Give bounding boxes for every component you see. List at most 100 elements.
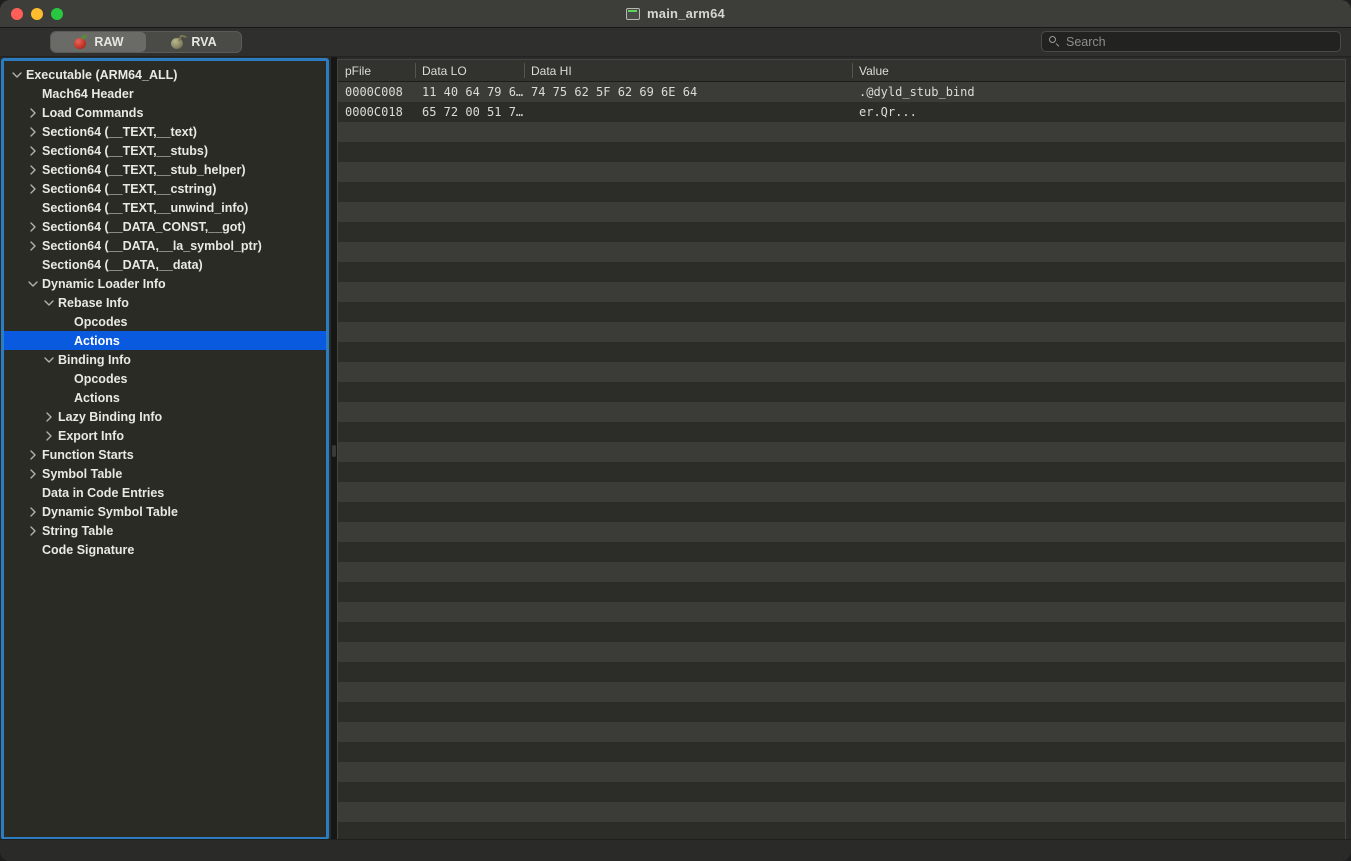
structure-tree[interactable]: Executable (ARM64_ALL) Mach64 Header Load … (4, 61, 326, 559)
sidebar-item-section64-text-stub-helper[interactable]: Section64 (__TEXT,__stub_helper) (4, 160, 326, 179)
table-row[interactable] (338, 762, 1345, 782)
sidebar-item-dynamic-loader-info[interactable]: Dynamic Loader Info (4, 274, 326, 293)
close-button[interactable] (11, 7, 23, 20)
table-row[interactable] (338, 802, 1345, 822)
search-input[interactable] (1066, 34, 1333, 49)
chevron-right-icon[interactable] (26, 525, 40, 536)
sidebar-item-label: Function Starts (42, 447, 134, 462)
table-row[interactable] (338, 282, 1345, 302)
sidebar-item-section64-text-cstring[interactable]: Section64 (__TEXT,__cstring) (4, 179, 326, 198)
table-row[interactable] (338, 822, 1345, 839)
table-row[interactable] (338, 662, 1345, 682)
tab-rva[interactable]: RVA (146, 32, 241, 52)
pane-splitter[interactable] (331, 57, 337, 839)
table-row[interactable] (338, 182, 1345, 202)
structure-sidebar[interactable]: Executable (ARM64_ALL) Mach64 Header Load … (1, 58, 329, 839)
table-row[interactable] (338, 482, 1345, 502)
chevron-down-icon[interactable] (42, 299, 56, 307)
table-row[interactable] (338, 402, 1345, 422)
table-row[interactable]: 0000C018 65 72 00 51 7… er.Qr... (338, 102, 1345, 122)
table-row[interactable] (338, 622, 1345, 642)
table-row[interactable] (338, 422, 1345, 442)
search-box[interactable] (1041, 31, 1341, 52)
sidebar-item-actions[interactable]: Actions (4, 388, 326, 407)
table-row[interactable] (338, 142, 1345, 162)
table-row[interactable] (338, 302, 1345, 322)
table-row[interactable] (338, 682, 1345, 702)
table-row[interactable] (338, 162, 1345, 182)
table-row[interactable] (338, 562, 1345, 582)
chevron-down-icon[interactable] (42, 356, 56, 364)
table-row[interactable] (338, 722, 1345, 742)
sidebar-item-dynamic-symbol-table[interactable]: Dynamic Symbol Table (4, 502, 326, 521)
table-row[interactable] (338, 542, 1345, 562)
chevron-right-icon[interactable] (42, 411, 56, 422)
minimize-button[interactable] (31, 7, 43, 20)
sidebar-item-section64-data-la-symbol-ptr[interactable]: Section64 (__DATA,__la_symbol_ptr) (4, 236, 326, 255)
table-row[interactable] (338, 122, 1345, 142)
zoom-button[interactable] (51, 7, 63, 20)
column-header-hi[interactable]: Data HI (524, 60, 852, 81)
chevron-right-icon[interactable] (26, 107, 40, 118)
table-row[interactable] (338, 502, 1345, 522)
sidebar-item-function-starts[interactable]: Function Starts (4, 445, 326, 464)
sidebar-item-opcodes[interactable]: Opcodes (4, 369, 326, 388)
table-row[interactable] (338, 522, 1345, 542)
chevron-right-icon[interactable] (42, 430, 56, 441)
chevron-down-icon[interactable] (10, 71, 24, 79)
tab-raw[interactable]: RAW (51, 32, 146, 52)
table-row[interactable] (338, 322, 1345, 342)
table-row[interactable] (338, 222, 1345, 242)
chevron-right-icon[interactable] (26, 145, 40, 156)
table-row[interactable] (338, 582, 1345, 602)
chevron-right-icon[interactable] (26, 164, 40, 175)
sidebar-item-section64-text-text[interactable]: Section64 (__TEXT,__text) (4, 122, 326, 141)
sidebar-item-section64-text-stubs[interactable]: Section64 (__TEXT,__stubs) (4, 141, 326, 160)
sidebar-item-export-info[interactable]: Export Info (4, 426, 326, 445)
chevron-right-icon[interactable] (26, 126, 40, 137)
sidebar-item-actions[interactable]: Actions (4, 331, 326, 350)
sidebar-item-string-table[interactable]: String Table (4, 521, 326, 540)
chevron-right-icon[interactable] (26, 506, 40, 517)
table-row[interactable] (338, 242, 1345, 262)
chevron-right-icon[interactable] (26, 449, 40, 460)
column-header-value[interactable]: Value (852, 60, 1345, 81)
chevron-right-icon[interactable] (26, 468, 40, 479)
table-row[interactable]: 0000C008 11 40 64 79 6… 74 75 62 5F 62 69 … (338, 82, 1345, 102)
table-row[interactable] (338, 262, 1345, 282)
sidebar-item-mach64-header[interactable]: Mach64 Header (4, 84, 326, 103)
sidebar-item-binding-info[interactable]: Binding Info (4, 350, 326, 369)
chevron-right-icon[interactable] (26, 221, 40, 232)
sidebar-item-code-signature[interactable]: Code Signature (4, 540, 326, 559)
table-row[interactable] (338, 642, 1345, 662)
table-row[interactable] (338, 382, 1345, 402)
sidebar-item-section64-data-const-got[interactable]: Section64 (__DATA_CONST,__got) (4, 217, 326, 236)
column-header-lo[interactable]: Data LO (415, 60, 524, 81)
chevron-right-icon[interactable] (26, 183, 40, 194)
table-body[interactable]: 0000C008 11 40 64 79 6… 74 75 62 5F 62 69 … (338, 82, 1345, 839)
chevron-right-icon[interactable] (26, 240, 40, 251)
table-row[interactable] (338, 782, 1345, 802)
table-row[interactable] (338, 202, 1345, 222)
sidebar-item-executable-arm64-all[interactable]: Executable (ARM64_ALL) (4, 65, 326, 84)
table-row[interactable] (338, 442, 1345, 462)
sidebar-item-load-commands[interactable]: Load Commands (4, 103, 326, 122)
sidebar-item-section64-text-unwind-info[interactable]: Section64 (__TEXT,__unwind_info) (4, 198, 326, 217)
table-row[interactable] (338, 342, 1345, 362)
tab-raw-label: RAW (94, 35, 124, 49)
table-row[interactable] (338, 702, 1345, 722)
column-header-pfile[interactable]: pFile (338, 60, 415, 81)
sidebar-item-opcodes[interactable]: Opcodes (4, 312, 326, 331)
splitter-handle[interactable] (332, 445, 336, 457)
sidebar-item-data-in-code-entries[interactable]: Data in Code Entries (4, 483, 326, 502)
sidebar-item-symbol-table[interactable]: Symbol Table (4, 464, 326, 483)
table-row[interactable] (338, 742, 1345, 762)
view-mode-segmented-control[interactable]: RAW RVA (50, 31, 242, 53)
sidebar-item-rebase-info[interactable]: Rebase Info (4, 293, 326, 312)
chevron-down-icon[interactable] (26, 280, 40, 288)
table-row[interactable] (338, 362, 1345, 382)
sidebar-item-section64-data-data[interactable]: Section64 (__DATA,__data) (4, 255, 326, 274)
table-row[interactable] (338, 602, 1345, 622)
table-row[interactable] (338, 462, 1345, 482)
sidebar-item-lazy-binding-info[interactable]: Lazy Binding Info (4, 407, 326, 426)
